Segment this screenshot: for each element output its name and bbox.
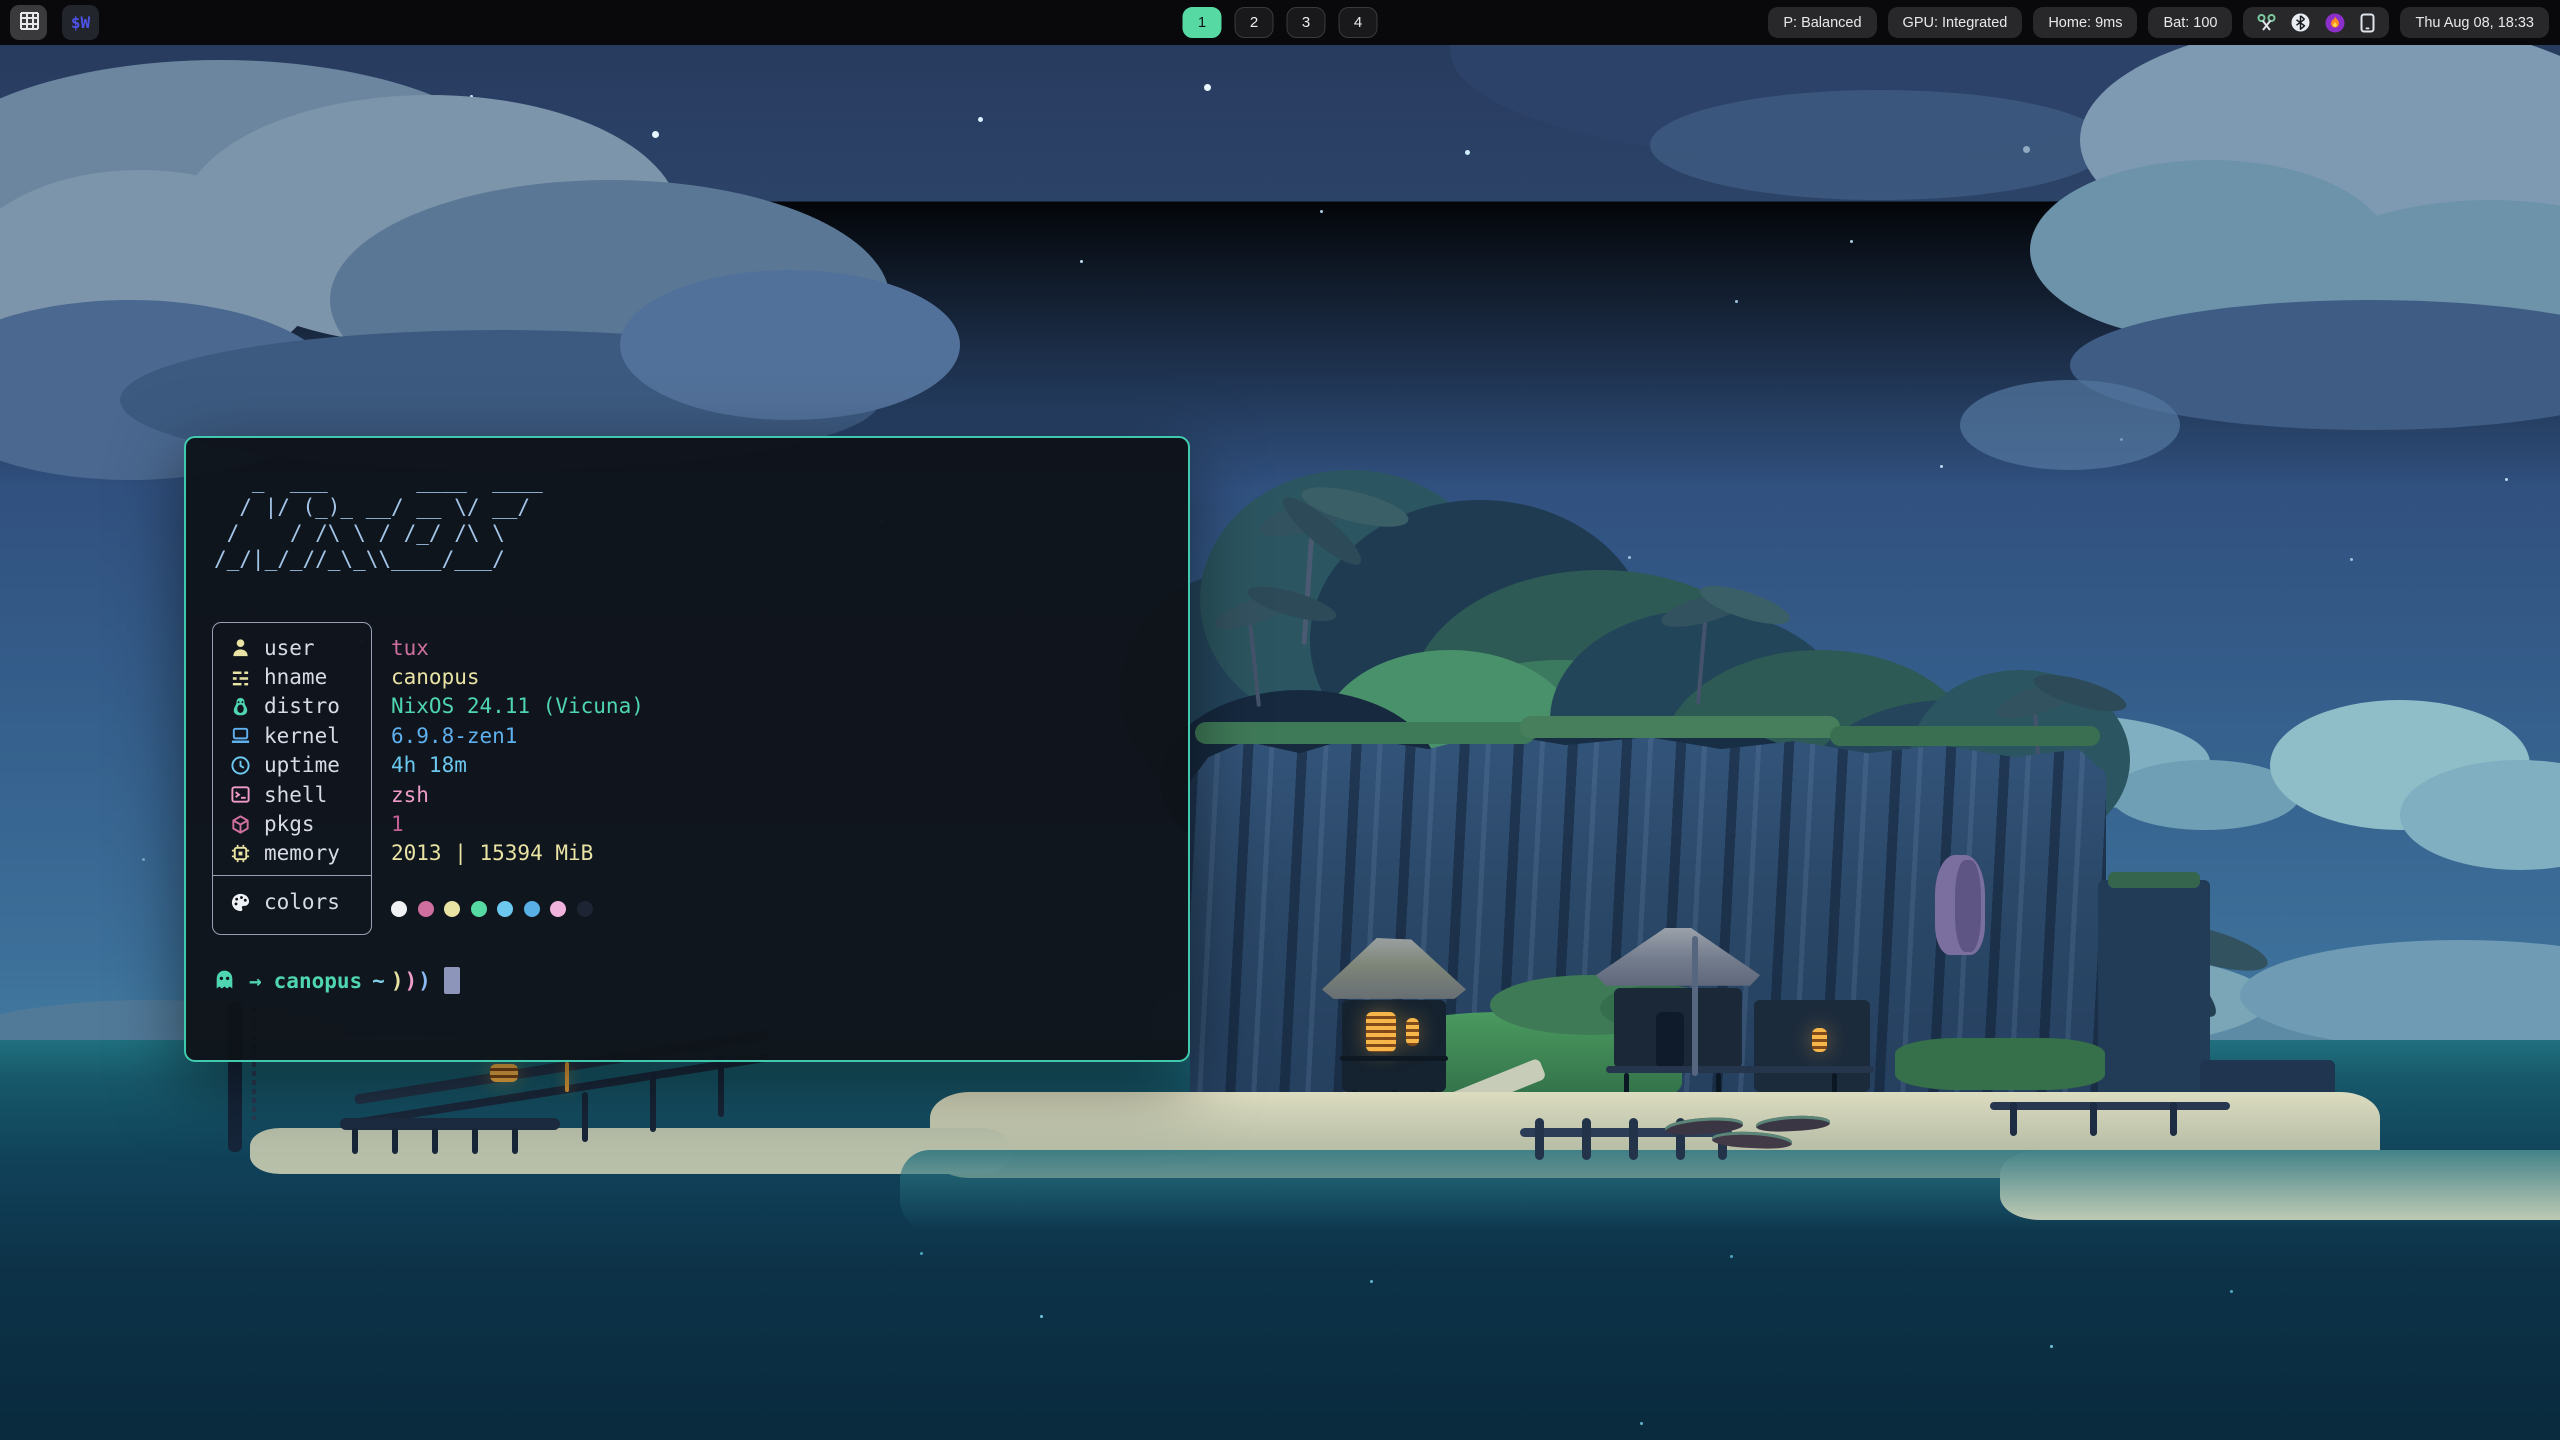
fetch-value-kernel: 6.9.8-zen1 (391, 721, 644, 750)
workspace-button-1[interactable]: 1 (1183, 7, 1222, 38)
package-icon (229, 813, 251, 835)
fetch-label: pkgs (264, 811, 315, 837)
fetch-value-pkgs: 1 (391, 809, 644, 838)
fetch-value-user: tux (391, 633, 644, 662)
power-profile-pill[interactable]: P: Balanced (1768, 7, 1876, 38)
hut-right (1596, 928, 1886, 1128)
swatch (418, 901, 434, 917)
swatch (444, 901, 460, 917)
fetch-label: shell (264, 782, 327, 808)
memory-icon (229, 842, 251, 864)
laptop-icon (229, 725, 251, 747)
prompt-arrow: → (249, 968, 262, 994)
palette-icon (229, 891, 251, 913)
fetch-value-distro: NixOS 24.11 (Vicuna) (391, 692, 644, 721)
shell-icon (229, 784, 251, 806)
apps-launcher-button[interactable] (10, 5, 47, 40)
terminal-window[interactable]: _ ___ ____ ____ / |/ (_)_ __/ __ \/ __/ … (184, 436, 1190, 1062)
phone-icon[interactable] (2360, 13, 2375, 33)
prompt-host: canopus (274, 968, 363, 994)
swatch (577, 901, 593, 917)
hut-left (1322, 938, 1466, 1120)
fetch-row-distro: distro (213, 692, 371, 721)
battery-pill[interactable]: Bat: 100 (2148, 7, 2232, 38)
window-manager-logo-button[interactable]: $W (62, 5, 99, 40)
top-bar: $W 1 2 3 4 P: Balanced GPU: Integrated H… (0, 0, 2560, 45)
terminal-cursor[interactable] (444, 967, 460, 994)
workspace-button-2[interactable]: 2 (1235, 7, 1274, 38)
gpu-pill[interactable]: GPU: Integrated (1888, 7, 2023, 38)
ascii-logo: _ ___ ____ ____ / |/ (_)_ __/ __ \/ __/ … (214, 468, 1162, 572)
prompt-chevron-1: ) (391, 968, 405, 994)
wm-logo-label: $W (71, 13, 90, 32)
fetch-row-user: user (213, 633, 371, 662)
fetch-label: memory (264, 840, 340, 866)
ping-pill[interactable]: Home: 9ms (2033, 7, 2137, 38)
island-cliff (1190, 733, 2106, 1137)
swatch (391, 901, 407, 917)
fetch-row-colors: colors (213, 876, 371, 928)
fetch-value-hname: canopus (391, 662, 644, 691)
flame-icon[interactable] (2325, 13, 2345, 33)
fetch-value-memory: 2013 | 15394 MiB (391, 839, 644, 868)
fetch-label-box: user hname distr (212, 622, 372, 935)
swatch (524, 901, 540, 917)
fetch-label: user (264, 635, 315, 661)
fetch-row-shell: shell (213, 780, 371, 809)
fetch-row-kernel: kernel (213, 721, 371, 750)
swatch (550, 901, 566, 917)
prompt-chevron-2: ) (404, 968, 418, 994)
ghost-icon (212, 968, 237, 993)
app-grid-icon (19, 12, 39, 33)
fetch-value-uptime: 4h 18m (391, 751, 644, 780)
color-swatches (391, 883, 644, 935)
fetch-row-hname: hname (213, 662, 371, 691)
penguin-icon (229, 695, 251, 717)
fetch-value-shell: zsh (391, 780, 644, 809)
fetch-label: colors (264, 889, 340, 915)
fetch-row-memory: memory (213, 839, 371, 868)
workspace-button-4[interactable]: 4 (1339, 7, 1378, 38)
fetch-value-column: tux canopus NixOS 24.11 (Vicuna) 6.9.8-z… (391, 622, 644, 935)
clock-icon (229, 754, 251, 776)
fetch-row-uptime: uptime (213, 751, 371, 780)
workspace-switcher: 1 2 3 4 (1183, 7, 1378, 38)
workspace-button-3[interactable]: 3 (1287, 7, 1326, 38)
fetch-label: kernel (264, 723, 340, 749)
desktop: $W 1 2 3 4 P: Balanced GPU: Integrated H… (0, 0, 2560, 1440)
shell-prompt[interactable]: → canopus ~ ) ) ) (212, 967, 1162, 994)
system-tray (2243, 7, 2389, 38)
swatch (471, 901, 487, 917)
status-area: P: Balanced GPU: Integrated Home: 9ms Ba… (1768, 7, 2549, 38)
fetch-label: hname (264, 664, 327, 690)
user-icon (229, 637, 251, 659)
bluetooth-icon[interactable] (2291, 13, 2310, 32)
hostname-icon (229, 666, 251, 688)
fetch-label: uptime (264, 752, 340, 778)
swatch (497, 901, 513, 917)
fetch-row-pkgs: pkgs (213, 809, 371, 838)
clock-pill[interactable]: Thu Aug 08, 18:33 (2400, 7, 2549, 38)
fetch-label: distro (264, 693, 340, 719)
prompt-path: ~ (372, 968, 385, 994)
ocean (0, 1040, 2560, 1440)
scissors-icon[interactable] (2257, 13, 2276, 32)
prompt-chevron-3: ) (418, 968, 432, 994)
fetch-info: user hname distr (212, 622, 1162, 935)
